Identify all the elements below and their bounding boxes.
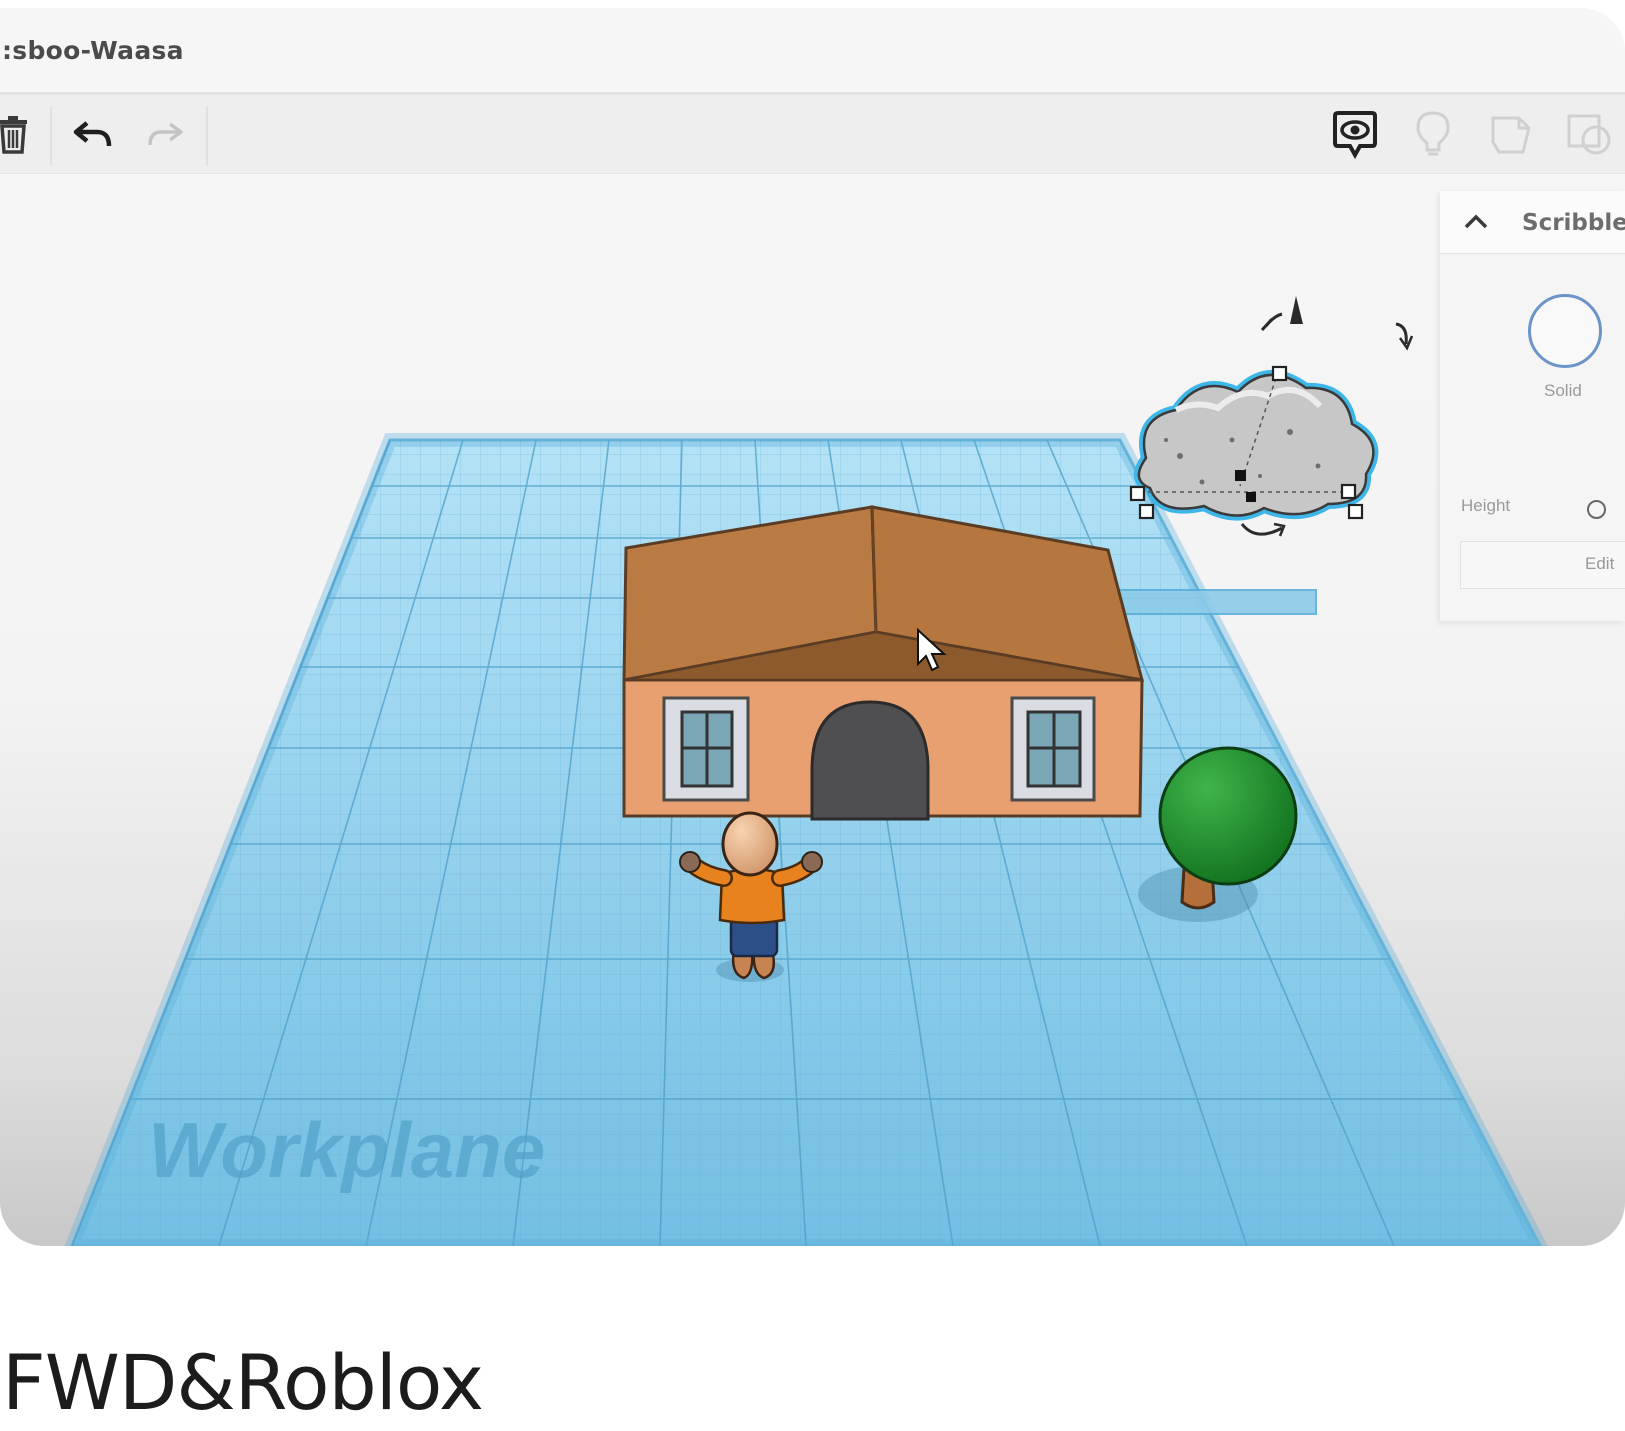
chevron-up-icon (1464, 214, 1488, 229)
redo-arrow-icon (148, 122, 183, 146)
group-button[interactable] (1552, 95, 1625, 173)
cloud-shape[interactable] (1129, 365, 1379, 521)
house-window-left (662, 696, 750, 802)
height-radio-button[interactable] (1587, 500, 1606, 519)
house-window-right (1010, 696, 1096, 802)
project-title[interactable]: :sboo-Waasa (2, 36, 184, 65)
edit-label: Edit (1585, 554, 1615, 573)
3d-viewport[interactable]: Workplane (0, 174, 1625, 1246)
house-door (810, 700, 930, 821)
shape-name: Scribble (1522, 210, 1625, 236)
rotate-arrow-handle[interactable] (1395, 322, 1414, 351)
solid-color-swatch[interactable] (1528, 294, 1602, 368)
toolbar-divider (206, 107, 208, 165)
hint-button[interactable] (1396, 95, 1470, 173)
panel-header: Scribble (1440, 191, 1625, 254)
redo-button[interactable] (128, 95, 202, 173)
edit-button[interactable]: Edit (1460, 541, 1625, 589)
move-arrow-handle[interactable] (1260, 296, 1303, 332)
notes-button[interactable] (1474, 95, 1548, 173)
rotate-bottom-handle[interactable] (1240, 522, 1286, 537)
title-bar: :sboo-Waasa (0, 8, 1625, 95)
toolbar-divider (50, 107, 52, 165)
undo-button[interactable] (56, 95, 130, 173)
collapse-button[interactable] (1462, 207, 1490, 235)
toolbar (0, 95, 1625, 174)
workplane-ruler-bar (1107, 589, 1317, 615)
undo-arrow-icon (73, 121, 112, 147)
view-toggle-button[interactable] (1318, 95, 1392, 173)
shape-inspector-panel: Scribble Solid Height Edit (1440, 191, 1625, 621)
eye-speech-icon (1333, 111, 1377, 159)
trash-icon (0, 116, 27, 154)
house-model[interactable] (622, 505, 1145, 821)
video-thumbnail[interactable]: :sboo-Waasa Workplane Scribble Solid Hei… (0, 8, 1625, 1246)
lightbulb-icon (1416, 111, 1450, 156)
note-shape-icon (1491, 116, 1531, 154)
delete-button[interactable] (0, 95, 50, 173)
video-title[interactable]: FWD&Roblox (2, 1338, 484, 1427)
workplane-label: Workplane (148, 1106, 545, 1194)
group-shapes-icon (1567, 114, 1611, 155)
height-label: Height (1461, 496, 1511, 515)
solid-label: Solid (1544, 381, 1582, 400)
